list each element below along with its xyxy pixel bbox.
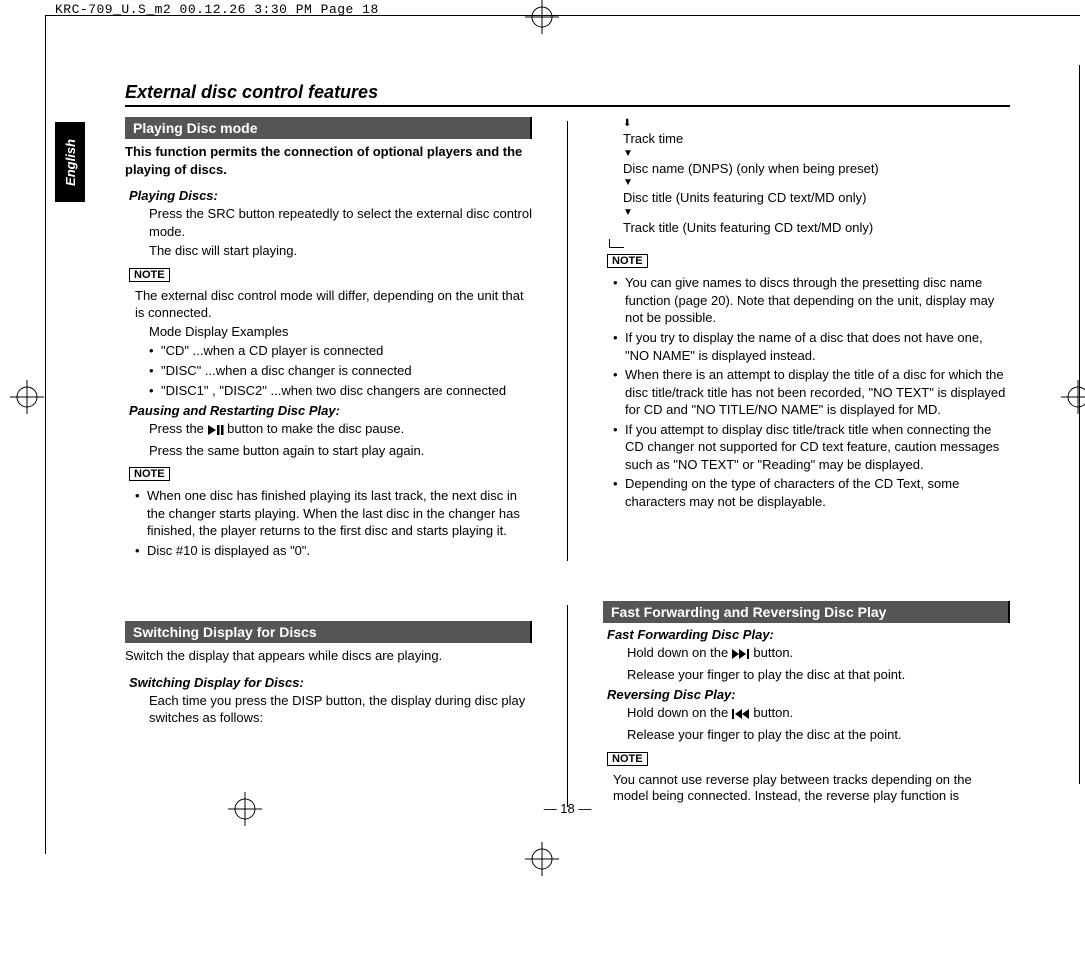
arrow-down-icon: ▼ bbox=[623, 178, 1010, 188]
page-number: — 18 — bbox=[125, 801, 1010, 816]
switching-header: Switching Display for Discs bbox=[125, 621, 532, 643]
flow-item: Track time bbox=[623, 131, 1010, 147]
flow-item: Track title (Units featuring CD text/MD … bbox=[623, 220, 1010, 236]
page-content: External disc control features Playing D… bbox=[125, 82, 1010, 824]
column-divider bbox=[567, 121, 568, 561]
crop-line-left bbox=[45, 15, 46, 854]
note-list: You can give names to discs through the … bbox=[613, 274, 1010, 510]
note-text: The external disc control mode will diff… bbox=[135, 288, 532, 322]
registration-mark-icon bbox=[525, 0, 559, 34]
step-text: Press the same button again to start pla… bbox=[149, 442, 532, 460]
registration-mark-icon bbox=[10, 380, 44, 414]
playing-discs-subtitle: Playing Discs: bbox=[129, 188, 532, 203]
list-item: "DISC1" , "DISC2" ...when two disc chang… bbox=[149, 382, 532, 400]
step-text: Release your finger to play the disc at … bbox=[627, 726, 1010, 744]
col-left-2: Switching Display for Discs Switch the d… bbox=[125, 601, 532, 807]
language-label: English bbox=[63, 139, 78, 186]
registration-mark-icon bbox=[525, 842, 559, 876]
step-text: Press the button to make the disc pause. bbox=[149, 420, 532, 440]
step-text: Hold down on the button. bbox=[627, 704, 1010, 724]
playing-disc-header: Playing Disc mode bbox=[125, 117, 532, 139]
next-track-icon bbox=[732, 646, 750, 664]
step-text: Release your finger to play the disc at … bbox=[627, 666, 1010, 684]
note-subheading: Mode Display Examples bbox=[149, 324, 532, 341]
step-text: The disc will start playing. bbox=[149, 242, 532, 260]
col-right-2: Fast Forwarding and Reversing Disc Play … bbox=[603, 601, 1010, 807]
list-item: When there is an attempt to display the … bbox=[613, 366, 1010, 419]
step-text: Each time you press the DISP button, the… bbox=[149, 692, 532, 727]
prev-track-icon bbox=[732, 706, 750, 724]
list-item: When one disc has finished playing its l… bbox=[135, 487, 532, 540]
note-label: NOTE bbox=[607, 254, 648, 268]
arrow-down-icon: ▼ bbox=[623, 149, 1010, 159]
play-pause-icon bbox=[208, 422, 224, 440]
column-divider bbox=[567, 605, 568, 807]
manual-page: KRC-709_U.S_m2 00.12.26 3:30 PM Page 18 … bbox=[0, 0, 1085, 954]
switching-subtitle: Switching Display for Discs: bbox=[129, 675, 532, 690]
rev-subtitle: Reversing Disc Play: bbox=[607, 687, 1010, 702]
crop-line-right bbox=[1079, 65, 1080, 784]
list-item: Disc #10 is displayed as "0". bbox=[135, 542, 532, 560]
display-flow-chart: ⬇ Track time ▼ Disc name (DNPS) (only wh… bbox=[623, 119, 1010, 248]
col-right-1: ⬇ Track time ▼ Disc name (DNPS) (only wh… bbox=[603, 117, 1010, 561]
switching-intro: Switch the display that appears while di… bbox=[125, 647, 532, 665]
flow-item: Disc title (Units featuring CD text/MD o… bbox=[623, 190, 1010, 206]
step-text: Press the SRC button repeatedly to selec… bbox=[149, 205, 532, 240]
list-item: If you try to display the name of a disc… bbox=[613, 329, 1010, 364]
row-2: Switching Display for Discs Switch the d… bbox=[125, 601, 1010, 807]
mode-examples-list: "CD" ...when a CD player is connected "D… bbox=[149, 342, 532, 399]
note-label: NOTE bbox=[607, 752, 648, 766]
step-text: Hold down on the button. bbox=[627, 644, 1010, 664]
col-left-1: Playing Disc mode This function permits … bbox=[125, 117, 532, 561]
registration-mark-icon bbox=[1061, 380, 1085, 414]
note-list: When one disc has finished playing its l… bbox=[135, 487, 532, 559]
ff-subtitle: Fast Forwarding Disc Play: bbox=[607, 627, 1010, 642]
list-item: "CD" ...when a CD player is connected bbox=[149, 342, 532, 360]
language-tab: English bbox=[55, 122, 85, 202]
flow-item: Disc name (DNPS) (only when being preset… bbox=[623, 161, 1010, 177]
section-title: External disc control features bbox=[125, 82, 1010, 107]
flow-return-icon bbox=[609, 239, 624, 248]
list-item: "DISC" ...when a disc changer is connect… bbox=[149, 362, 532, 380]
arrow-down-icon: ▼ bbox=[623, 208, 1010, 218]
file-slug: KRC-709_U.S_m2 00.12.26 3:30 PM Page 18 bbox=[55, 2, 379, 17]
note-label: NOTE bbox=[129, 268, 170, 282]
note-label: NOTE bbox=[129, 467, 170, 481]
fast-forward-header: Fast Forwarding and Reversing Disc Play bbox=[603, 601, 1010, 623]
pausing-subtitle: Pausing and Restarting Disc Play: bbox=[129, 403, 532, 418]
list-item: Depending on the type of characters of t… bbox=[613, 475, 1010, 510]
list-item: If you attempt to display disc title/tra… bbox=[613, 421, 1010, 474]
row-1: Playing Disc mode This function permits … bbox=[125, 117, 1010, 561]
list-item: You can give names to discs through the … bbox=[613, 274, 1010, 327]
arrow-down-icon: ⬇ bbox=[623, 119, 1010, 129]
playing-disc-intro: This function permits the connection of … bbox=[125, 143, 532, 178]
